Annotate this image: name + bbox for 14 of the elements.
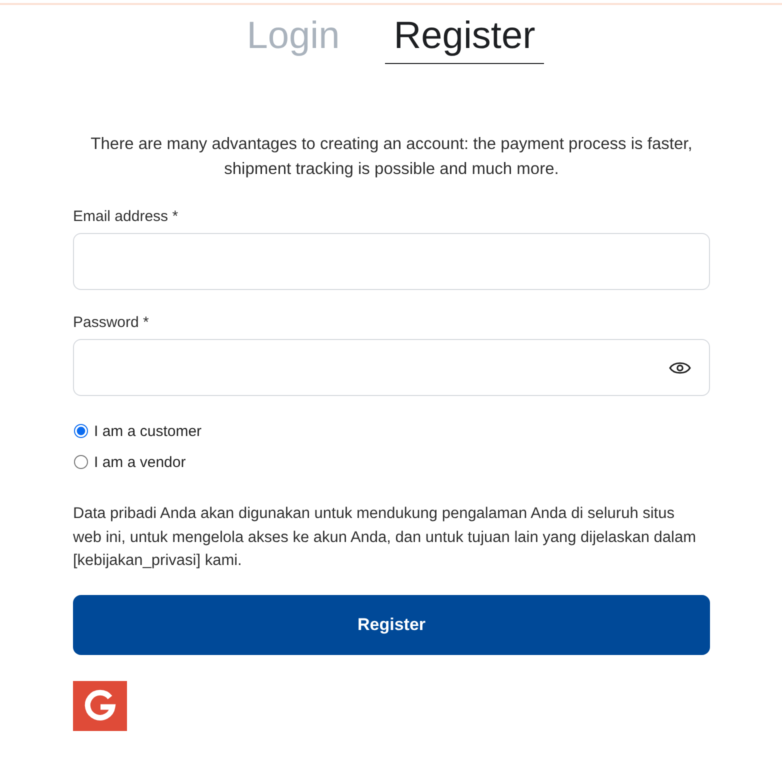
password-field[interactable] [73, 339, 710, 396]
role-label[interactable]: I am a vendor [94, 452, 186, 474]
role-radio[interactable] [74, 424, 88, 438]
field-label: Password * [73, 313, 150, 333]
eye-icon[interactable] [669, 360, 691, 376]
g-logo-icon[interactable] [73, 680, 127, 730]
field-label: Email address * [73, 207, 180, 227]
role-radio[interactable] [74, 454, 88, 468]
email-field[interactable] [73, 233, 710, 290]
role-label[interactable]: I am a customer [94, 421, 202, 443]
register-button[interactable]: Register [73, 594, 710, 654]
intro-text: There are many advantages to creating an account: the payment process is faster, shipment tracking is possible and much more. [90, 134, 694, 180]
tab[interactable]: Register [384, 13, 544, 64]
privacy-notice: Data pribadi Anda akan digunakan untuk mendukung pengalaman Anda di seluruh situs web ini, untuk mengelola akses ke akun Anda, dan untuk tujuan lain yang dijelaskan dalam [kebijakan_privasi] kami. [73, 504, 697, 571]
